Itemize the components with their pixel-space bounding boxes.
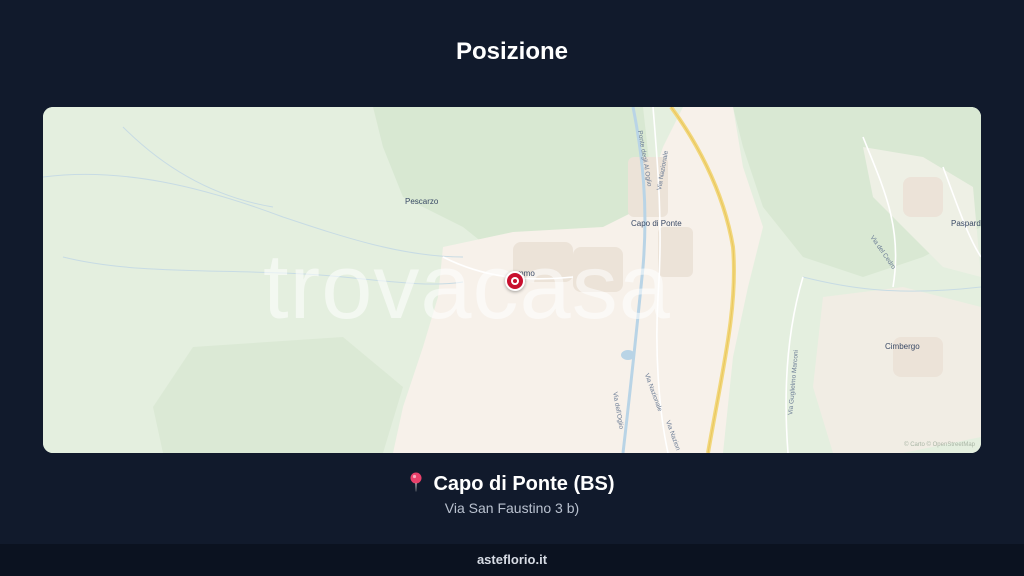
- marker-center: [511, 277, 519, 285]
- location-address: Via San Faustino 3 b): [444, 500, 580, 516]
- map-watermark: trovacasa: [263, 236, 671, 338]
- location-marker[interactable]: [505, 271, 525, 291]
- map-attribution[interactable]: © Carto © OpenStreetMap: [904, 442, 975, 448]
- location-map[interactable]: trovacasa Pescarzo Capo di Ponte Cimberg…: [43, 107, 981, 453]
- footer-brand[interactable]: asteflorio.it: [0, 544, 1024, 576]
- location-city: Capo di Ponte (BS): [433, 473, 615, 495]
- location-heading: Capo di Ponte (BS): [0, 472, 1024, 498]
- place-label-capo-di-ponte: Capo di Ponte: [631, 219, 682, 228]
- place-label-pescarzo: Pescarzo: [405, 197, 439, 206]
- place-label-cimbergo: Cimbergo: [885, 342, 920, 351]
- place-label-paspardo: Paspardo: [951, 219, 981, 228]
- page-title: Posizione: [455, 38, 569, 65]
- map-pin-icon: [409, 472, 423, 498]
